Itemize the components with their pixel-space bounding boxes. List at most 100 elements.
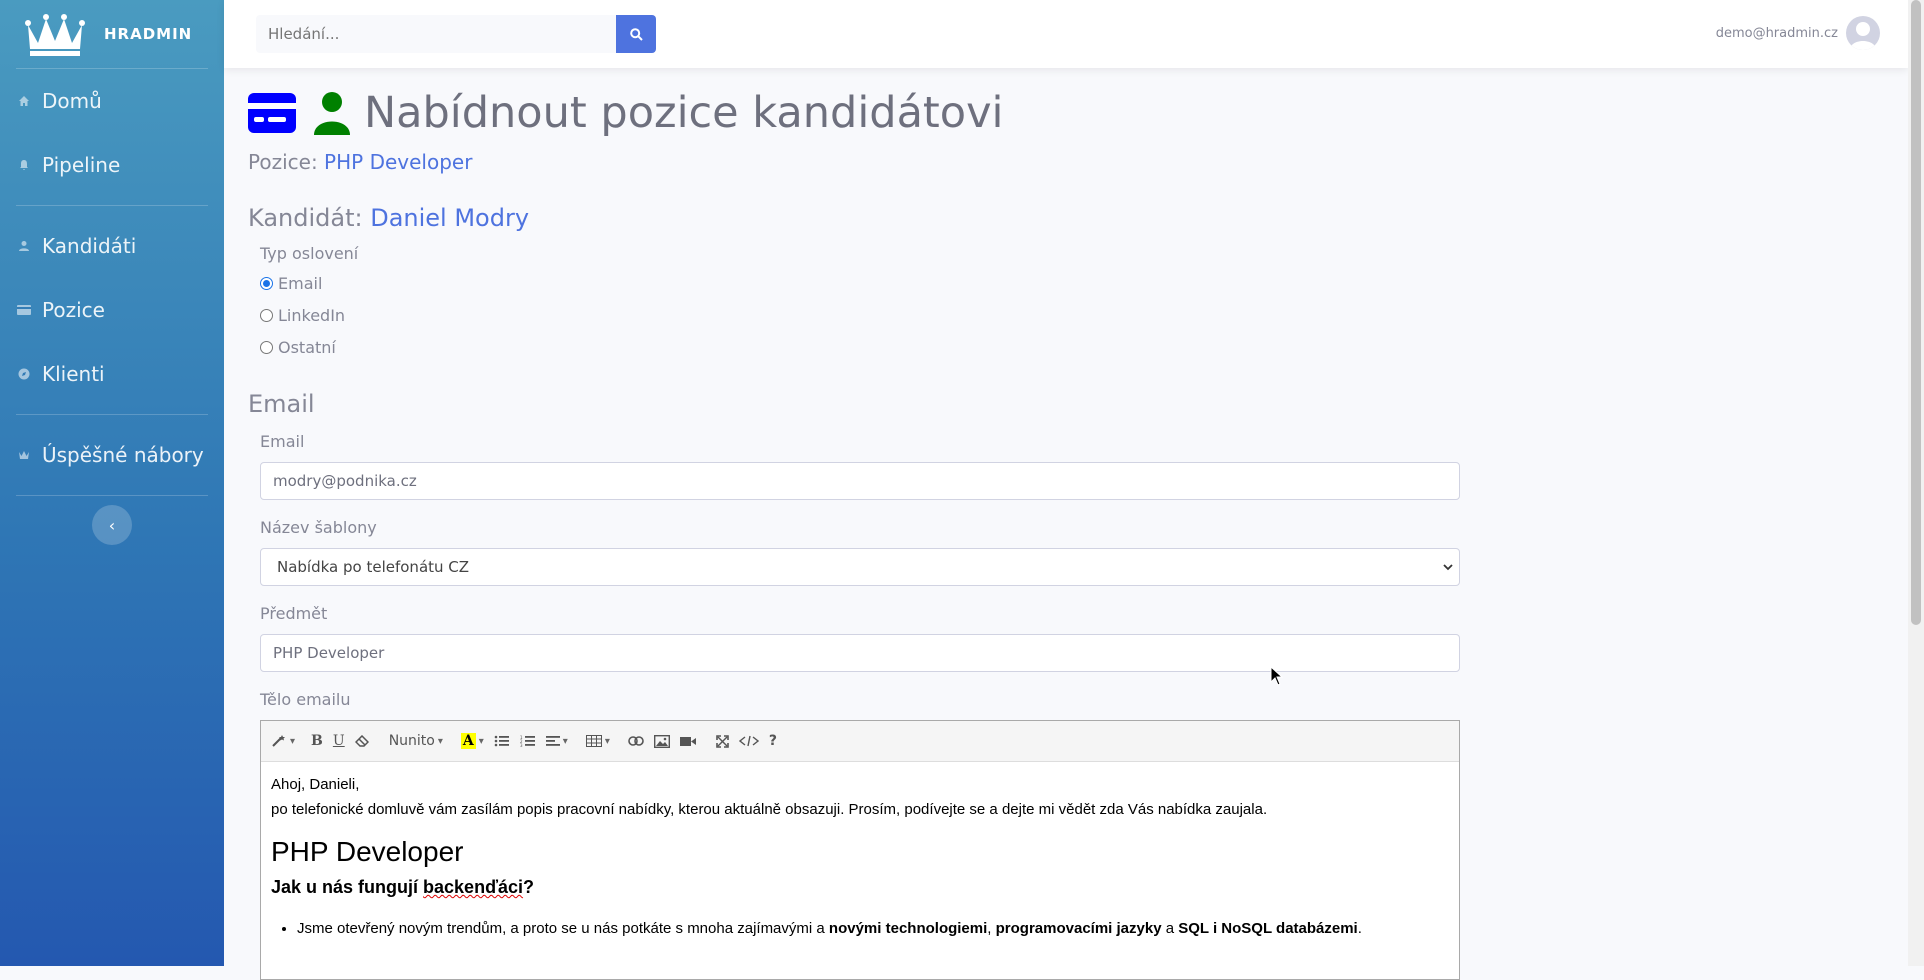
email-label: Email xyxy=(260,432,305,451)
crown-icon xyxy=(16,447,32,463)
subheading-text: ? xyxy=(523,877,535,897)
eraser-button[interactable] xyxy=(354,729,369,753)
bullet-text: Jsme otevřený novým trendům, a proto se … xyxy=(297,920,829,937)
list-ol-icon: 123 xyxy=(520,735,535,747)
help-button[interactable]: ? xyxy=(769,729,777,753)
body-label: Tělo emailu xyxy=(260,690,351,709)
page-title: Nabídnout pozice kandidátovi xyxy=(364,88,1004,138)
radio-dot-selected[interactable] xyxy=(260,277,273,290)
position-link[interactable]: PHP Developer xyxy=(324,150,472,174)
link-button[interactable] xyxy=(628,729,644,753)
email-field[interactable]: modry@podnika.cz xyxy=(260,462,1460,500)
editor-toolbar: B U Nunito A 123 ? xyxy=(261,721,1459,762)
email-body-editor[interactable]: B U Nunito A 123 ? Ahoj, Danieli, po tel… xyxy=(260,720,1460,980)
video-button[interactable] xyxy=(679,729,696,753)
sidebar-item-clients[interactable]: Klienti xyxy=(0,342,224,406)
table-icon xyxy=(585,735,602,747)
radio-other[interactable]: Ostatní xyxy=(260,338,336,357)
user-menu[interactable]: demo@hradmin.cz xyxy=(1716,16,1880,50)
align-left-icon xyxy=(545,736,560,746)
crown-logo-icon xyxy=(25,14,85,56)
email-value: modry@podnika.cz xyxy=(273,472,417,490)
contact-type-label: Typ oslovení xyxy=(260,244,359,263)
sidebar-item-label: Domů xyxy=(42,89,102,113)
chevron-left-icon: ‹ xyxy=(108,515,116,535)
font-name-dropdown[interactable]: Nunito xyxy=(389,729,443,753)
ordered-list-button[interactable]: 123 xyxy=(520,729,536,753)
bullet-bold: programovacími jazyky xyxy=(995,920,1162,937)
compass-icon xyxy=(16,366,32,382)
home-icon xyxy=(16,93,32,109)
radio-label: Ostatní xyxy=(278,338,336,357)
sidebar-item-label: Pipeline xyxy=(42,153,121,177)
email-intro: po telefonické domluvě vám zasílám popis… xyxy=(271,801,1268,818)
radio-dot[interactable] xyxy=(260,309,273,322)
email-greeting: Ahoj, Danieli, xyxy=(271,776,360,793)
bell-icon xyxy=(16,157,32,173)
user-icon xyxy=(16,238,32,254)
bullet-text: a xyxy=(1161,920,1179,937)
chevron-down-icon xyxy=(1443,564,1453,571)
sidebar-item-pipeline[interactable]: Pipeline xyxy=(0,133,224,197)
section-title: Email xyxy=(248,390,315,418)
sidebar-item-home[interactable]: Domů xyxy=(0,69,224,133)
bullet-bold: novými technologiemi xyxy=(828,920,988,937)
radio-email[interactable]: Email xyxy=(260,274,322,293)
video-icon xyxy=(679,736,696,746)
brand-name: HRADMIN xyxy=(104,25,193,43)
bold-button[interactable]: B xyxy=(311,729,323,753)
radio-label: Email xyxy=(278,274,323,293)
radio-linkedin[interactable]: LinkedIn xyxy=(260,306,345,325)
mouse-cursor-icon xyxy=(1270,666,1284,686)
code-view-button[interactable] xyxy=(738,729,759,753)
sidebar-item-successful-hires[interactable]: Úspěšné nábory xyxy=(0,423,224,487)
bullet-bold: SQL i NoSQL databázemi xyxy=(1178,920,1358,937)
font-name: Nunito xyxy=(388,733,435,749)
scrollbar-thumb[interactable] xyxy=(1911,0,1921,625)
style-dropdown[interactable] xyxy=(271,729,295,753)
highlight-color-dropdown[interactable]: A xyxy=(460,729,484,753)
template-label: Název šablony xyxy=(260,518,377,537)
subheading-misspelled-word: backenďáci xyxy=(423,877,524,897)
search-icon xyxy=(629,27,643,41)
candidate-label: Kandidát: xyxy=(248,204,363,232)
unordered-list-button[interactable] xyxy=(494,729,510,753)
picture-button[interactable] xyxy=(653,729,670,753)
person-icon xyxy=(314,92,350,135)
radio-dot[interactable] xyxy=(260,341,273,354)
search-button[interactable] xyxy=(616,15,656,53)
sidebar-item-label: Klienti xyxy=(42,362,105,386)
underline-button[interactable]: U xyxy=(333,729,345,753)
search-input[interactable] xyxy=(256,15,616,53)
brand[interactable]: HRADMIN xyxy=(16,0,208,69)
id-card-icon xyxy=(248,93,296,133)
sidebar-item-label: Pozice xyxy=(42,298,105,322)
candidate-link[interactable]: Daniel Modry xyxy=(370,204,529,232)
template-value: Nabídka po telefonátu CZ xyxy=(277,558,470,576)
paragraph-align-dropdown[interactable] xyxy=(545,729,568,753)
table-dropdown[interactable] xyxy=(585,729,610,753)
expand-icon xyxy=(716,734,729,748)
bullet-text: . xyxy=(1357,920,1362,937)
svg-text:3: 3 xyxy=(520,743,523,747)
email-subheading: Jak u nás fungují backenďáci? xyxy=(271,872,1449,902)
subject-label: Předmět xyxy=(260,604,328,623)
user-email: demo@hradmin.cz xyxy=(1715,25,1838,41)
sidebar: HRADMIN Domů Pipeline Kandidáti Pozice K… xyxy=(0,0,224,966)
fullscreen-button[interactable] xyxy=(716,729,729,753)
link-icon xyxy=(628,736,644,746)
page-scrollbar[interactable] xyxy=(1908,0,1924,966)
list-ul-icon xyxy=(494,735,509,747)
sidebar-item-label: Úspěšné nábory xyxy=(42,443,204,467)
sidebar-item-candidates[interactable]: Kandidáti xyxy=(0,214,224,278)
card-icon xyxy=(16,302,32,318)
email-bullet-list: Jsme otevřený novým trendům, a proto se … xyxy=(271,916,1449,941)
page-heading: Nabídnout pozice kandidátovi xyxy=(248,88,1003,138)
image-icon xyxy=(653,734,670,748)
sidebar-toggle-button[interactable]: ‹ xyxy=(92,505,132,545)
avatar xyxy=(1846,16,1880,50)
template-select[interactable]: Nabídka po telefonátu CZ xyxy=(260,548,1460,586)
editor-content[interactable]: Ahoj, Danieli, po telefonické domluvě vá… xyxy=(261,762,1459,951)
sidebar-item-positions[interactable]: Pozice xyxy=(0,278,224,342)
magic-icon xyxy=(272,735,285,747)
